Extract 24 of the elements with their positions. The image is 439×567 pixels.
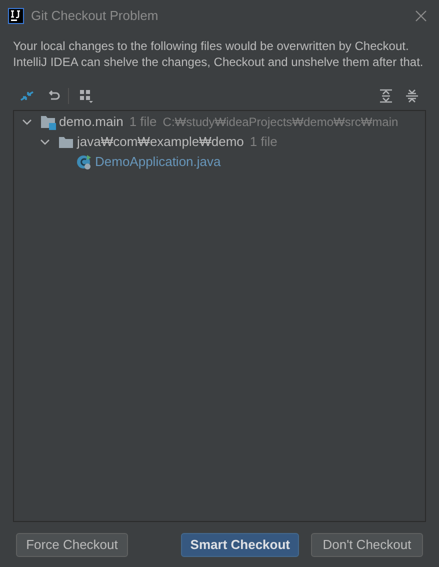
smart-checkout-button[interactable]: Smart Checkout	[181, 533, 299, 557]
chevron-down-icon[interactable]	[40, 137, 50, 147]
file-count: 1 file	[129, 113, 157, 132]
compare-arrows-icon[interactable]	[20, 89, 34, 103]
dialog-button[interactable]: Force Checkout	[16, 533, 128, 557]
app-logo-icon	[8, 8, 24, 24]
file-count: 1 file	[250, 133, 278, 152]
message-text: Your local changes to the following files would be overwritten by Checkout.	[13, 38, 410, 54]
path-text: C:₩study₩ideaProjects₩demo₩src₩main	[162, 114, 398, 131]
file-name[interactable]: DemoApplication.java	[95, 152, 221, 172]
close-icon[interactable]	[415, 10, 427, 22]
node-name[interactable]: demo.main	[59, 112, 124, 132]
collapse-all-icon[interactable]	[405, 89, 419, 103]
chevron-down-icon[interactable]	[22, 117, 32, 127]
node-name[interactable]: java₩com₩example₩demo	[77, 132, 244, 152]
dialog-button[interactable]: Don't Checkout	[311, 533, 423, 557]
expand-all-icon[interactable]	[379, 89, 393, 103]
group-by-icon[interactable]	[79, 89, 93, 103]
undo-icon[interactable]	[47, 90, 60, 102]
java-class-icon	[76, 154, 92, 170]
folder-icon	[58, 134, 74, 150]
window-title: Git Checkout Problem	[31, 7, 158, 26]
message-text: IntelliJ IDEA can shelve the changes, Checkout and unshelve them after that.	[13, 54, 424, 70]
module-folder-icon	[40, 114, 56, 130]
